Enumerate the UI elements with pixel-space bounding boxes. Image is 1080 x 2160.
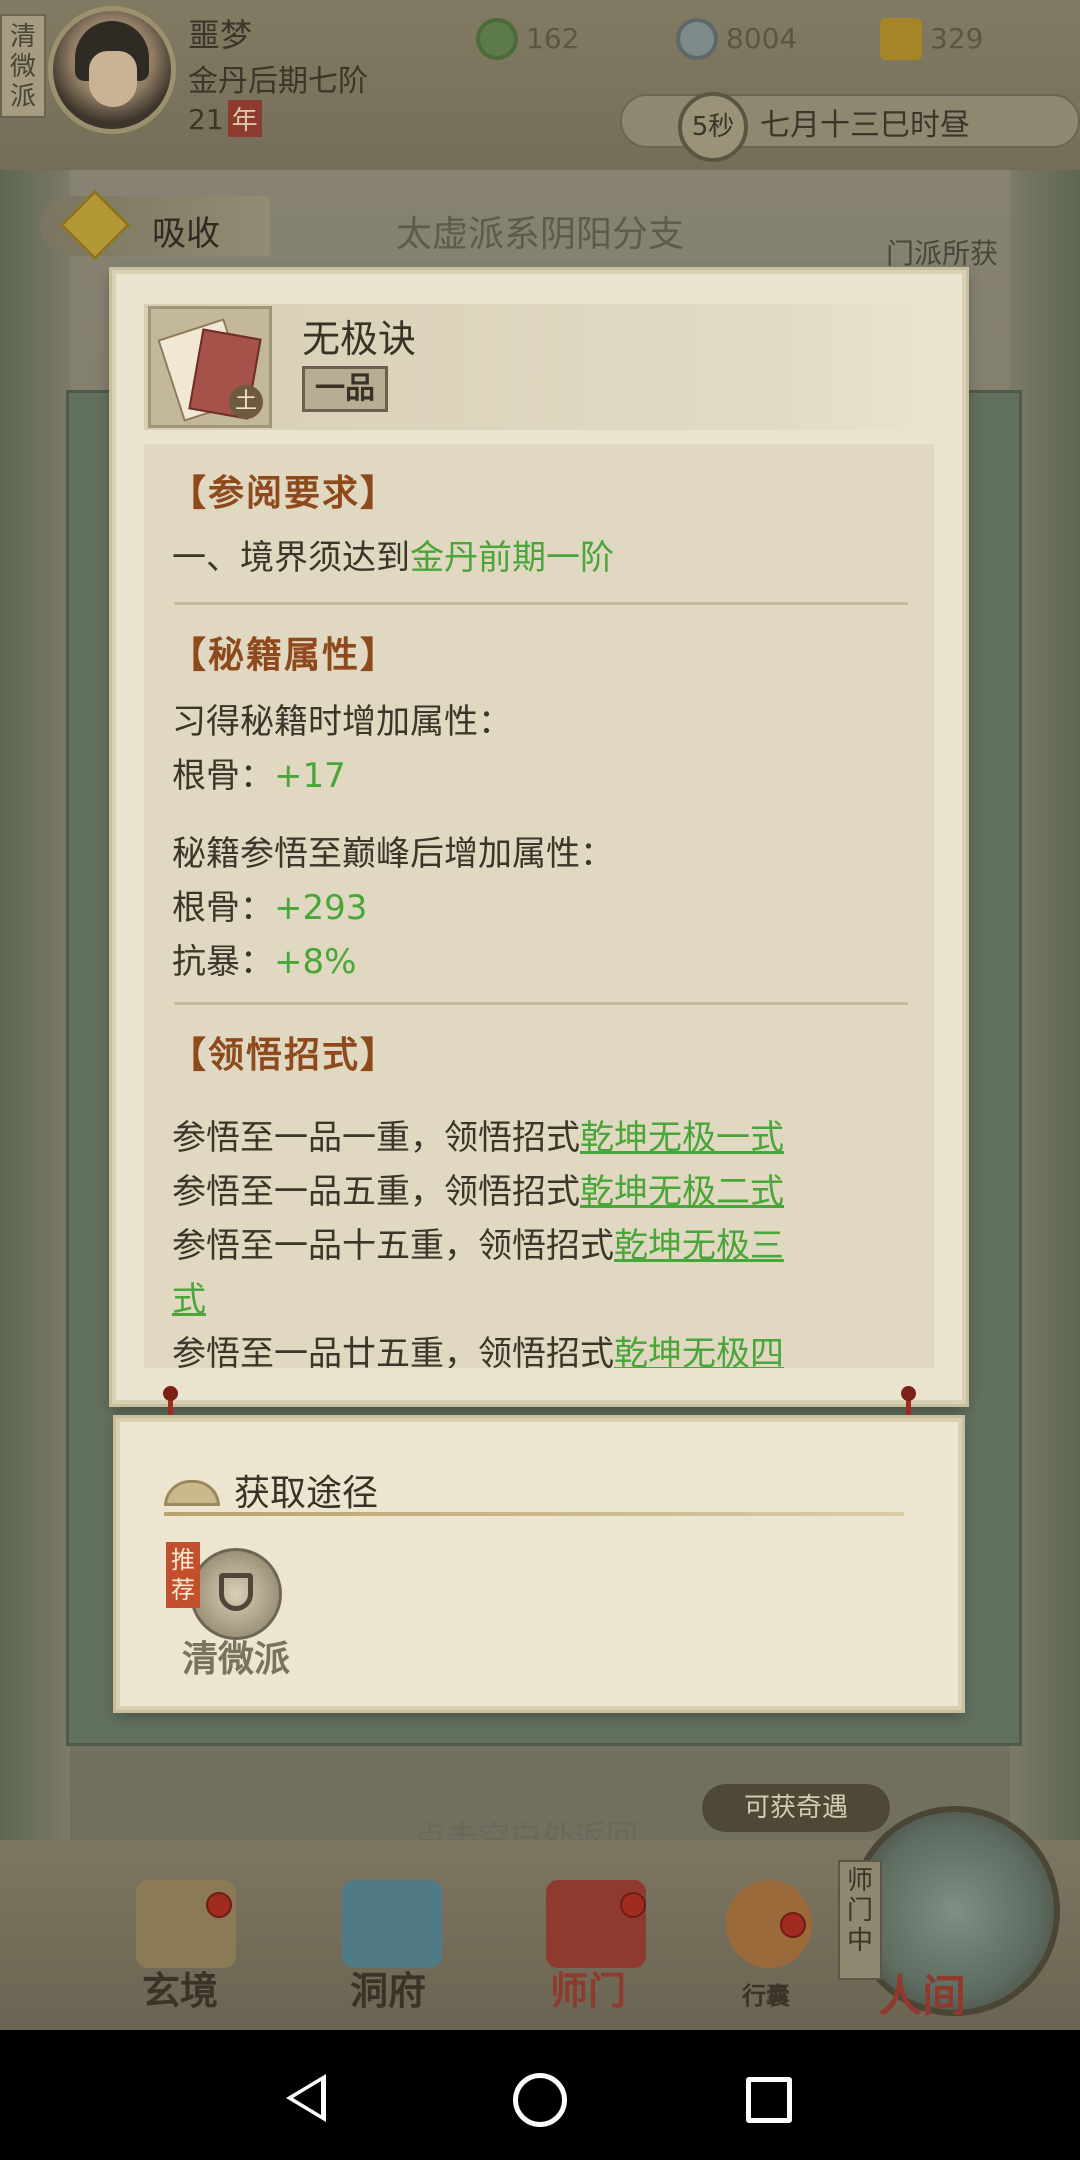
nav-dongfu[interactable]: 洞府: [350, 1960, 426, 2015]
requirement-line: 一、境界须达到金丹前期一阶: [172, 530, 614, 579]
move-text: 参悟至一品一重，领悟招式: [172, 1118, 580, 1158]
spirit-stone-icon: [476, 18, 518, 60]
sect-tag[interactable]: 清微派: [0, 14, 46, 118]
book-name: 无极诀: [302, 317, 417, 361]
move-row: 参悟至一品十五重，领悟招式乾坤无极三: [172, 1218, 784, 1267]
attributes-title: 【秘籍属性】: [170, 634, 399, 676]
peak-label: 秘籍参悟至巅峰后增加属性：: [172, 834, 614, 874]
notification-dot: [206, 1892, 232, 1918]
stat-value: +293: [274, 888, 368, 928]
player-avatar[interactable]: [48, 6, 176, 134]
move-row: 参悟至一品五重，领悟招式乾坤无极二式: [172, 1164, 784, 1213]
resource-gold[interactable]: 329: [880, 18, 984, 60]
nav-xuanjing[interactable]: 玄境: [142, 1960, 218, 2015]
move-link[interactable]: 乾坤无极三: [614, 1226, 784, 1266]
player-name: 噩梦: [188, 16, 253, 54]
stat-value: +17: [274, 756, 346, 796]
gold-ingot-icon: [880, 18, 922, 60]
resource-value: 329: [930, 22, 984, 55]
grade-badge: 一品: [302, 366, 388, 412]
lock-icon: [59, 189, 131, 261]
absorb-label: 吸收: [152, 214, 220, 254]
requirements-title: 【参阅要求】: [170, 472, 399, 514]
avatar-face: [89, 51, 137, 107]
skill-book-card: 土 无极诀 一品 【参阅要求】 一、境界须达到金丹前期一阶 【秘籍属性】 习得秘…: [112, 270, 966, 1404]
resource-value: 162: [526, 22, 580, 55]
requirement-realm: 金丹前期一阶: [410, 538, 614, 578]
stat-label: 根骨：: [172, 888, 274, 928]
skill-book-icon: 土: [148, 306, 272, 428]
absorb-button[interactable]: 吸收: [40, 189, 270, 261]
learn-stat-row: 根骨：+17: [172, 748, 346, 797]
move-row: 参悟至一品一重，领悟招式乾坤无极一式: [172, 1110, 784, 1159]
back-icon[interactable]: [286, 2074, 326, 2122]
element-badge: 土: [229, 385, 263, 419]
move-text: 参悟至一品五重，领悟招式: [172, 1172, 580, 1212]
source-qingwei[interactable]: 推荐 清微派: [166, 1540, 306, 1680]
stat-label: 根骨：: [172, 756, 274, 796]
nav-xingnang[interactable]: 行囊: [742, 1976, 790, 2011]
moves-title: 【领悟招式】: [170, 1034, 399, 1076]
divider: [174, 602, 908, 605]
notification-dot: [620, 1892, 646, 1918]
home-icon[interactable]: [513, 2073, 567, 2127]
adventure-badge[interactable]: 可获奇遇: [702, 1784, 890, 1832]
recommend-badge: 推荐: [166, 1542, 200, 1608]
move-link[interactable]: 乾坤无极二式: [580, 1172, 784, 1212]
sect-emblem-icon: [190, 1548, 282, 1640]
move-link[interactable]: 乾坤无极一式: [580, 1118, 784, 1158]
cloud-icon: [164, 1480, 220, 1506]
age-unit: 年: [227, 100, 262, 137]
background-side-text: 门派所获: [886, 237, 999, 270]
move-link[interactable]: 式: [172, 1280, 206, 1320]
source-name: 清微派: [181, 1638, 290, 1680]
nav-shimen[interactable]: 师门: [550, 1960, 626, 2015]
acquire-title: 获取途径: [234, 1473, 379, 1514]
status-bar: 清微派 噩梦 金丹后期七阶 21 年 162 8004 329 5秒 七月十三巳时…: [0, 0, 1080, 170]
background-title: 太虚派系阴阳分支: [396, 214, 685, 255]
coin-icon: [676, 18, 718, 60]
recents-icon[interactable]: [746, 2077, 792, 2123]
nav-renjian[interactable]: 人间: [878, 1960, 966, 2024]
divider: [174, 1002, 908, 1005]
peak-stat-row: 抗暴：+8%: [172, 934, 356, 983]
peak-stat-row: 根骨：+293: [172, 880, 367, 929]
resource-value: 8004: [726, 22, 798, 55]
notification-dot: [780, 1912, 806, 1938]
resource-spirit-stone[interactable]: 162: [476, 18, 580, 60]
dongfu-icon: [342, 1880, 442, 1968]
resource-coin[interactable]: 8004: [676, 18, 798, 60]
move-row: 参悟至一品廿五重，领悟招式乾坤无极四: [172, 1326, 784, 1368]
shimen-status-tag: 师门中: [838, 1860, 882, 1980]
book-details[interactable]: 【参阅要求】 一、境界须达到金丹前期一阶 【秘籍属性】 习得秘籍时增加属性： 根…: [144, 444, 934, 1368]
player-age: 21 年: [188, 100, 262, 137]
requirement-prefix: 一、境界须达到: [172, 538, 410, 578]
age-value: 21: [188, 103, 224, 136]
move-row-continued: 式: [172, 1272, 206, 1321]
acquire-card: 获取途径 推荐 清微派: [116, 1418, 962, 1710]
stat-label: 抗暴：: [172, 942, 274, 982]
divider: [164, 1512, 904, 1516]
move-text: 参悟至一品十五重，领悟招式: [172, 1226, 614, 1266]
player-realm: 金丹后期七阶: [188, 64, 368, 99]
move-text: 参悟至一品廿五重，领悟招式: [172, 1334, 614, 1368]
move-link[interactable]: 乾坤无极四: [614, 1334, 784, 1368]
game-date: 七月十三巳时昼: [760, 108, 970, 143]
timer-badge: 5秒: [678, 92, 748, 162]
learn-label: 习得秘籍时增加属性：: [172, 702, 512, 742]
stat-value: +8%: [274, 942, 357, 982]
